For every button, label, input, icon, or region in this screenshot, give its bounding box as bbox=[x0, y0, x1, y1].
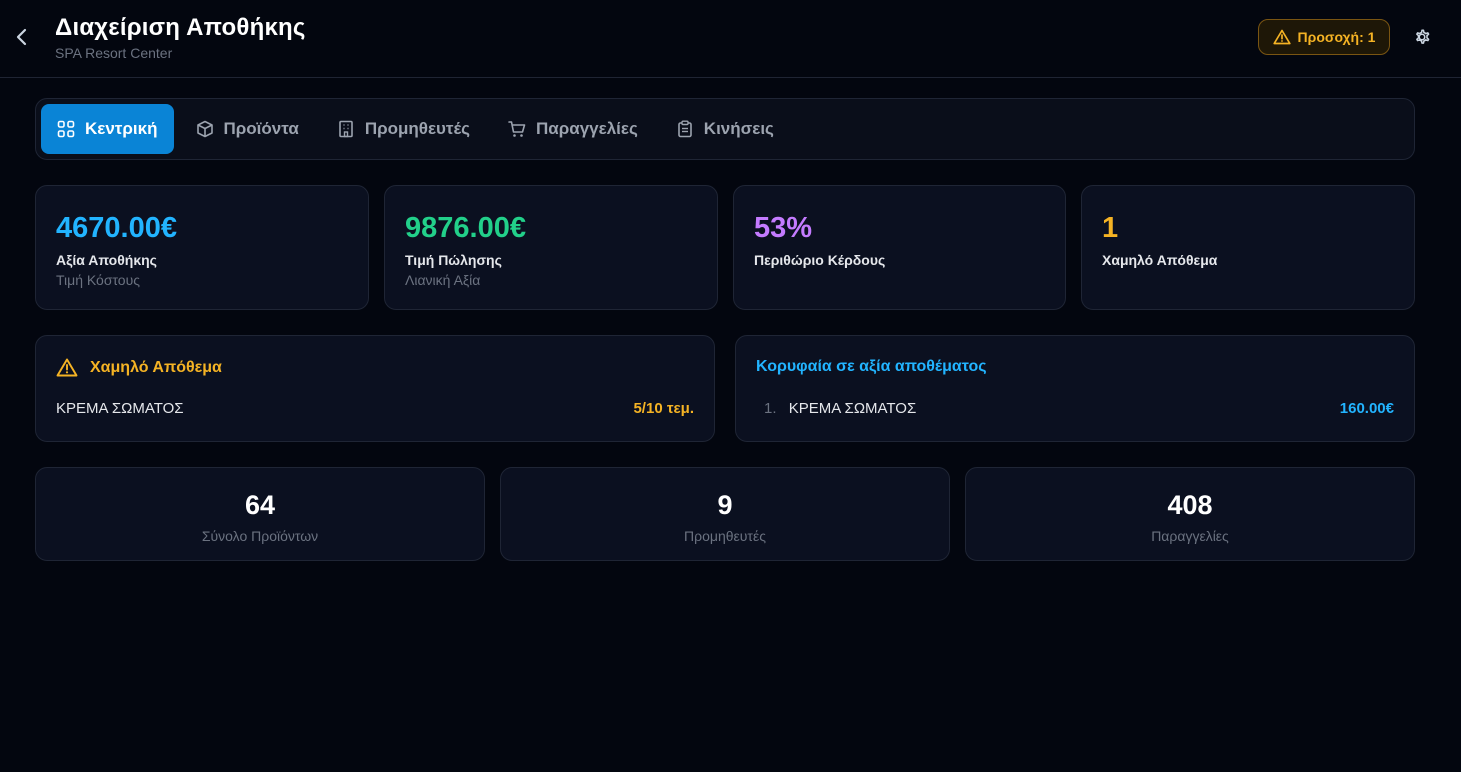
total-label: Προμηθευτές bbox=[684, 528, 766, 544]
warning-icon bbox=[1272, 29, 1291, 45]
dashboard-grid-icon bbox=[57, 120, 75, 138]
tab-suppliers[interactable]: Προμηθευτές bbox=[321, 104, 486, 154]
top-value-panel: Κορυφαία σε αξία αποθέματος 1. ΚΡΕΜΑ ΣΩΜ… bbox=[735, 335, 1415, 442]
stat-label: Τιμή Πώλησης bbox=[405, 252, 502, 268]
gear-icon bbox=[1416, 29, 1430, 44]
tab-label: Προμηθευτές bbox=[364, 119, 471, 138]
total-label: Παραγγελίες bbox=[1151, 528, 1229, 544]
stat-label: Χαμηλό Απόθεμα bbox=[1102, 252, 1218, 268]
list-item[interactable]: 1. ΚΡΕΜΑ ΣΩΜΑΤΟΣ 160.00€ bbox=[756, 400, 1394, 417]
total-value: 64 bbox=[244, 490, 276, 520]
warning-icon bbox=[56, 358, 78, 377]
box-icon bbox=[196, 120, 213, 138]
total-orders-card: 408 Παραγγελίες bbox=[965, 467, 1415, 561]
tab-products[interactable]: Προϊόντα bbox=[180, 104, 315, 154]
rank-number: 1. bbox=[764, 400, 777, 417]
total-value: 408 bbox=[1167, 490, 1213, 520]
stock-quantity: 5/10 τεμ. bbox=[633, 400, 694, 417]
alert-badge-label: Προσοχή: 1 bbox=[1297, 29, 1376, 45]
stat-value: 9876.00€ bbox=[405, 212, 526, 244]
top-value-panel-title: Κορυφαία σε αξία αποθέματος bbox=[756, 358, 987, 375]
stat-label: Αξία Αποθήκης bbox=[56, 252, 157, 268]
product-name: ΚΡΕΜΑ ΣΩΜΑΤΟΣ bbox=[56, 400, 184, 417]
total-label: Σύνολο Προϊόντων bbox=[201, 528, 319, 544]
stat-card-profit-margin: 53% Περιθώριο Κέρδους bbox=[733, 185, 1066, 310]
tab-label: Παραγγελίες bbox=[536, 119, 638, 138]
low-stock-panel-title: Χαμηλό Απόθεμα bbox=[56, 358, 222, 377]
product-name: ΚΡΕΜΑ ΣΩΜΑΤΟΣ bbox=[788, 400, 917, 417]
clipboard-icon bbox=[677, 120, 692, 138]
stat-card-low-stock: 1 Χαμηλό Απόθεμα bbox=[1081, 185, 1415, 310]
tab-label: Κεντρική bbox=[85, 119, 158, 138]
tab-movements[interactable]: Κινήσεις bbox=[660, 104, 790, 154]
alert-badge[interactable]: Προσοχή: 1 bbox=[1258, 19, 1390, 55]
tab-orders[interactable]: Παραγγελίες bbox=[492, 104, 654, 154]
stat-card-inventory-value: 4670.00€ Αξία Αποθήκης Τιμή Κόστους bbox=[35, 185, 369, 310]
app-header: Διαχείριση Αποθήκης SPA Resort Center Πρ… bbox=[0, 0, 1461, 78]
stat-card-sale-value: 9876.00€ Τιμή Πώλησης Λιανική Αξία bbox=[384, 185, 718, 310]
chevron-left-icon bbox=[16, 28, 27, 46]
building-icon bbox=[339, 120, 353, 138]
back-button[interactable] bbox=[10, 24, 34, 50]
stock-value: 160.00€ bbox=[1339, 400, 1394, 417]
tab-bar: Κεντρική Προϊόντα Προμηθευτές Παραγγελίε… bbox=[35, 98, 1415, 160]
settings-button[interactable] bbox=[1410, 25, 1434, 49]
stat-label: Περιθώριο Κέρδους bbox=[754, 252, 886, 268]
stat-value: 4670.00€ bbox=[56, 212, 177, 244]
total-value: 9 bbox=[717, 490, 733, 520]
stat-sublabel: Λιανική Αξία bbox=[405, 272, 481, 288]
stat-value: 1 bbox=[1102, 212, 1119, 244]
low-stock-panel: Χαμηλό Απόθεμα ΚΡΕΜΑ ΣΩΜΑΤΟΣ 5/10 τεμ. bbox=[35, 335, 715, 442]
stat-value: 53% bbox=[754, 212, 813, 244]
page-subtitle: SPA Resort Center bbox=[55, 45, 173, 61]
total-products-card: 64 Σύνολο Προϊόντων bbox=[35, 467, 485, 561]
tab-label: Προϊόντα bbox=[223, 119, 299, 138]
cart-icon bbox=[508, 121, 526, 137]
list-item[interactable]: ΚΡΕΜΑ ΣΩΜΑΤΟΣ 5/10 τεμ. bbox=[56, 400, 694, 417]
stat-sublabel: Τιμή Κόστους bbox=[56, 272, 140, 288]
page-title: Διαχείριση Αποθήκης bbox=[55, 14, 306, 41]
total-suppliers-card: 9 Προμηθευτές bbox=[500, 467, 950, 561]
tab-label: Κινήσεις bbox=[703, 119, 774, 138]
tab-dashboard[interactable]: Κεντρική bbox=[41, 104, 174, 154]
